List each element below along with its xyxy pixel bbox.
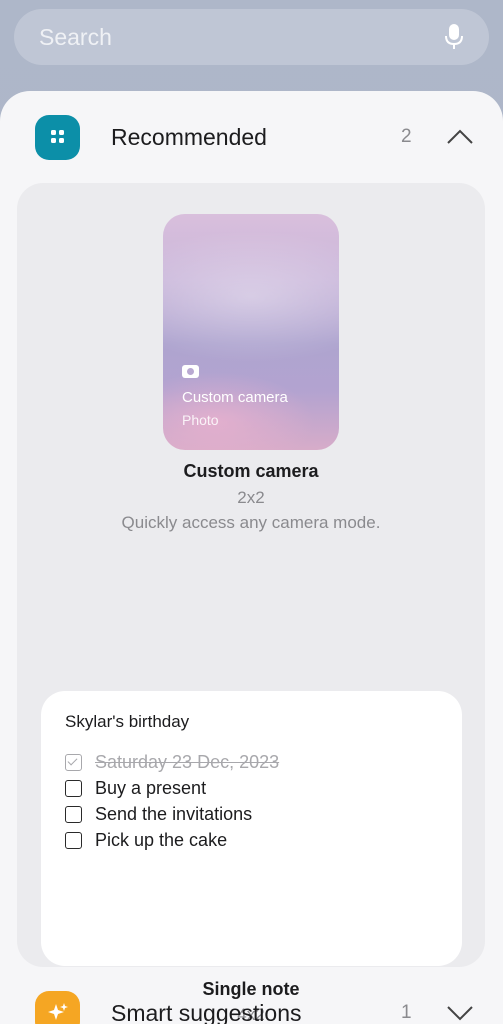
camera-widget-description: Quickly access any camera mode. <box>121 513 381 532</box>
recommended-widgets-area: Custom camera Photo Custom camera 2x2 Qu… <box>17 183 485 1024</box>
single-note-widget-preview[interactable]: Skylar's birthday Saturday 23 Dec, 2023 … <box>41 691 462 966</box>
search-input[interactable] <box>39 23 443 51</box>
checkbox[interactable] <box>65 779 82 797</box>
smart-suggestions-count: 1 <box>401 1002 412 1023</box>
smart-suggestions-header[interactable]: Smart suggestions 1 <box>0 967 503 1024</box>
note-title: Skylar's birthday <box>65 712 190 731</box>
checkbox[interactable] <box>65 805 82 823</box>
checkbox[interactable] <box>65 831 82 849</box>
recommended-header[interactable]: Recommended 2 <box>0 91 503 183</box>
camera-icon <box>182 365 199 378</box>
search-bar[interactable] <box>14 9 489 65</box>
checklist-item[interactable]: Saturday 23 Dec, 2023 <box>65 751 279 773</box>
sparkle-icon <box>35 990 80 1024</box>
checklist-item[interactable]: Pick up the cake <box>65 829 227 851</box>
preview-title: Custom camera <box>182 389 288 406</box>
camera-widget-name: Custom camera <box>183 461 319 481</box>
recommended-title: Recommended <box>111 123 267 150</box>
custom-camera-widget-preview[interactable]: Custom camera Photo <box>163 214 339 450</box>
widgets-panel: Recommended 2 Custom camera Photo Custom… <box>0 91 503 1024</box>
checklist-item-text: Send the invitations <box>95 803 253 824</box>
chevron-down-icon[interactable] <box>446 1004 474 1022</box>
checkbox-checked[interactable] <box>65 753 82 771</box>
preview-subtitle: Photo <box>182 412 219 428</box>
recommended-count: 2 <box>401 126 412 147</box>
checklist-item[interactable]: Buy a present <box>65 777 206 799</box>
checklist-item-text: Buy a present <box>95 777 207 798</box>
widgets-grid-icon <box>35 114 80 160</box>
camera-widget-size: 2x2 <box>237 488 265 507</box>
mic-icon[interactable] <box>443 22 465 52</box>
checklist-item-text: Pick up the cake <box>95 829 228 850</box>
chevron-up-icon[interactable] <box>446 128 474 146</box>
checklist-item[interactable]: Send the invitations <box>65 803 252 825</box>
checklist-item-text: Saturday 23 Dec, 2023 <box>95 751 280 772</box>
smart-suggestions-title: Smart suggestions <box>111 999 302 1024</box>
